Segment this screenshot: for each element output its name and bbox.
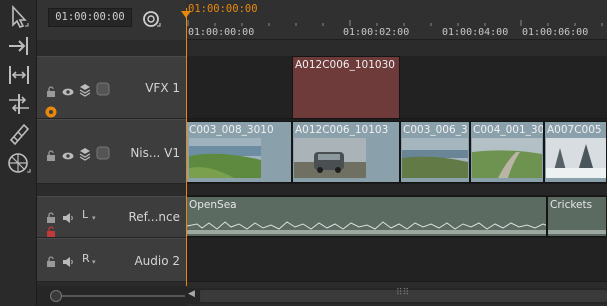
visibility-eye-icon[interactable]	[62, 147, 74, 160]
track-name: Ref...nce	[128, 210, 180, 224]
slip-tool-icon[interactable]	[5, 91, 33, 117]
track-name: Nis... V1	[130, 146, 180, 160]
scrollbar-grip-icon: ⠿⠿	[396, 288, 410, 298]
timecode-field[interactable]: 01:00:00:00	[48, 8, 132, 27]
track-spacer	[186, 184, 607, 196]
ruler-label: 01:00:02:00	[343, 27, 410, 38]
video-clip[interactable]: C003_006_3	[400, 121, 470, 183]
layers-icon[interactable]	[79, 146, 91, 161]
track-name: VFX 1	[145, 81, 180, 95]
channel-label: L	[82, 208, 89, 221]
video-clip[interactable]: A012C006_10103	[292, 121, 400, 183]
clip-thumbnail	[546, 138, 606, 178]
ruler-label: 01:00:04:00	[442, 27, 509, 38]
record-arm-icon[interactable]	[45, 223, 57, 237]
vfx-clip[interactable]: A012C006_101030	[292, 56, 400, 119]
track-lane-reference[interactable]: OpenSea Crickets	[186, 196, 607, 238]
lock-icon[interactable]	[45, 209, 57, 223]
playhead-timecode: 01:00:00:00	[188, 3, 258, 15]
clip-label: A012C006_10103	[295, 124, 389, 136]
lock-icon[interactable]	[45, 147, 57, 161]
speaker-icon[interactable]	[62, 253, 74, 267]
lock-icon[interactable]	[45, 83, 57, 97]
channel-label: R	[82, 252, 90, 265]
audio-waveform	[187, 221, 546, 234]
zoom-slider-handle[interactable]	[50, 290, 62, 302]
clip-label: C003_008_3010	[189, 124, 274, 136]
visibility-eye-icon[interactable]	[62, 83, 74, 96]
channel-dropdown-icon[interactable]: ▾	[92, 214, 96, 222]
playhead-line[interactable]	[186, 8, 187, 286]
playhead-marker-icon[interactable]	[181, 11, 191, 18]
clip-thumbnail	[402, 138, 468, 178]
clip-label: C003_006_3	[403, 124, 468, 136]
track-name: Audio 2	[134, 254, 180, 268]
zoom-slider-track[interactable]	[37, 286, 186, 306]
lock-icon[interactable]	[45, 253, 57, 267]
track-lane-audio2[interactable]	[186, 238, 607, 282]
video-clip[interactable]: C003_008_3010	[186, 121, 292, 183]
horizontal-scrollbar[interactable]: ◀ ⠿⠿	[186, 288, 607, 304]
vfx-badge-icon	[45, 103, 57, 118]
clip-label: OpenSea	[189, 199, 237, 211]
scroll-left-arrow-icon[interactable]: ◀	[188, 289, 195, 299]
track-menu-icon[interactable]	[96, 81, 110, 96]
ruler-label: 01:00:06:00	[522, 27, 589, 38]
track-header-video1[interactable]: Nis... V1	[37, 119, 186, 184]
track-header-audio2[interactable]: R ▾ Audio 2	[37, 238, 186, 282]
snap-icon[interactable]	[141, 8, 163, 30]
multiview-tool-icon[interactable]	[5, 151, 33, 177]
track-header-reference[interactable]: L ▾ Ref...nce	[37, 196, 186, 238]
ripple-tool-icon[interactable]	[5, 33, 33, 59]
razor-tool-icon[interactable]	[5, 120, 33, 146]
clip-label: Crickets	[550, 199, 593, 211]
trim-tool-icon[interactable]	[5, 62, 33, 88]
select-tool-icon[interactable]	[5, 4, 33, 30]
track-lane-video1[interactable]: C003_008_3010 A012C006_10103 C003_006_3 …	[186, 119, 607, 184]
clip-thumbnail	[189, 138, 261, 178]
clip-label: A007C005	[547, 124, 602, 136]
clip-thumbnail	[472, 138, 542, 178]
speaker-icon[interactable]	[62, 209, 74, 223]
clip-label: C004_001_30	[473, 124, 544, 136]
track-lane-vfx1[interactable]: A012C006_101030	[186, 56, 607, 119]
audio-waveform	[548, 230, 606, 234]
clip-thumbnail	[294, 138, 366, 178]
audio-clip[interactable]: OpenSea	[186, 196, 547, 237]
track-menu-icon[interactable]	[96, 145, 110, 160]
layers-icon[interactable]	[79, 82, 91, 97]
tool-strip	[0, 0, 37, 306]
channel-dropdown-icon[interactable]: ▾	[92, 258, 96, 266]
track-header-vfx1[interactable]: VFX 1	[37, 56, 186, 119]
scrollbar-thumb[interactable]: ⠿⠿	[200, 288, 607, 302]
audio-clip[interactable]: Crickets	[547, 196, 607, 237]
video-clip[interactable]: C004_001_30	[470, 121, 544, 183]
ruler-label: 01:00:00:00	[188, 27, 255, 38]
clip-label: A012C006_101030	[295, 59, 395, 71]
video-clip[interactable]: A007C005	[544, 121, 607, 183]
